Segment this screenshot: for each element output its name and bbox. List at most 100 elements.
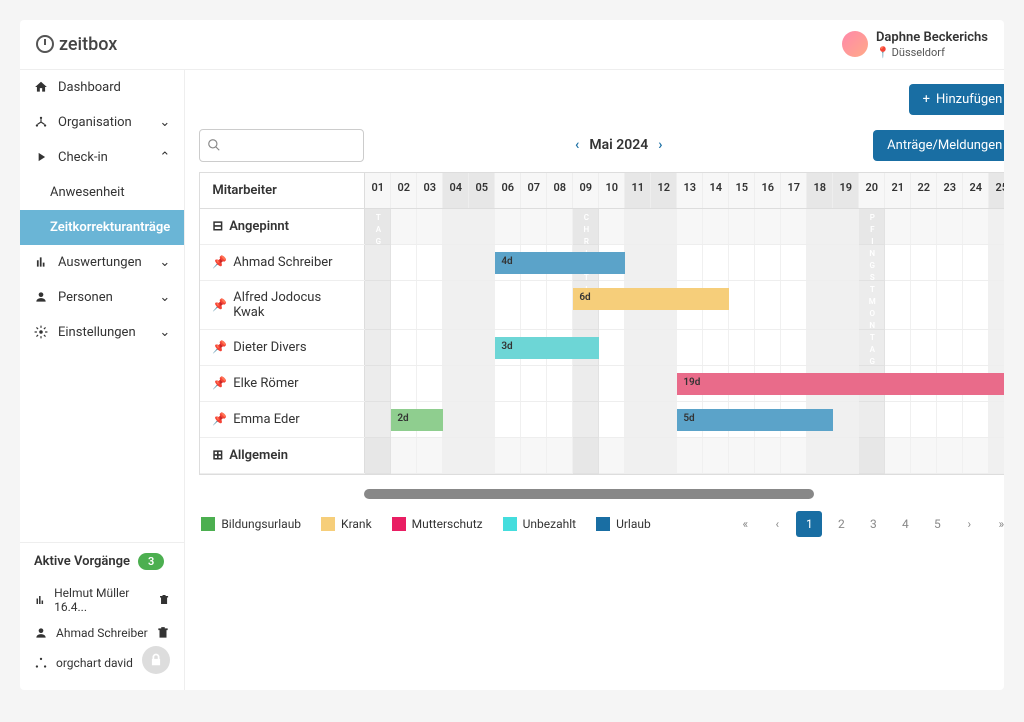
gantt-cell[interactable] [391,281,417,329]
gantt-cell[interactable] [859,438,885,473]
employee-row[interactable]: 📌Elke Römer [200,366,365,401]
nav-auswertungen[interactable]: Auswertungen ⌄ [20,245,184,280]
group-pinned[interactable]: ⊟ Angepinnt [200,209,365,244]
gantt-cell[interactable] [859,209,885,244]
page-next-button[interactable]: › [956,511,982,537]
gantt-cell[interactable] [859,281,885,329]
date-header[interactable]: 02 [391,173,417,208]
date-header[interactable]: 20 [859,173,885,208]
gantt-cell[interactable] [651,245,677,280]
gantt-cell[interactable] [885,330,911,365]
gantt-bar[interactable]: 19d [677,373,1004,395]
gantt-cell[interactable] [443,402,469,437]
gantt-bar[interactable]: 5d [677,409,833,431]
gantt-cell[interactable] [885,402,911,437]
gantt-cell[interactable] [781,209,807,244]
task-row[interactable]: orgchart david [34,646,170,680]
date-header[interactable]: 06 [495,173,521,208]
nav-anwesenheit[interactable]: Anwesenheit [20,175,184,210]
gantt-cell[interactable] [885,438,911,473]
gantt-cell[interactable] [989,402,1004,437]
gantt-cell[interactable] [443,330,469,365]
date-header[interactable]: 10 [599,173,625,208]
gantt-cell[interactable] [651,330,677,365]
gantt-cell[interactable] [989,438,1004,473]
gantt-cell[interactable] [365,438,391,473]
gantt-cell[interactable] [807,438,833,473]
employee-row[interactable]: 📌Dieter Divers [200,330,365,365]
gantt-cell[interactable] [703,330,729,365]
gantt-bar[interactable]: 6d [573,288,729,310]
gantt-cell[interactable] [937,281,963,329]
gantt-cell[interactable] [651,402,677,437]
horizontal-scrollbar[interactable] [364,489,813,499]
gantt-cell[interactable] [547,438,573,473]
gantt-cell[interactable] [963,245,989,280]
gantt-cell[interactable] [781,281,807,329]
nav-personen[interactable]: Personen ⌄ [20,280,184,315]
gantt-cell[interactable] [521,402,547,437]
gantt-cell[interactable] [365,402,391,437]
gantt-cell[interactable] [417,330,443,365]
date-header[interactable]: 12 [651,173,677,208]
gantt-cell[interactable] [365,209,391,244]
gantt-cell[interactable] [859,402,885,437]
date-header[interactable]: 05 [469,173,495,208]
date-header[interactable]: 21 [885,173,911,208]
page-button[interactable]: 3 [860,511,886,537]
page-first-button[interactable]: « [732,511,758,537]
gantt-cell[interactable] [677,438,703,473]
date-header[interactable]: 19 [833,173,859,208]
gantt-cell[interactable] [833,330,859,365]
lock-button[interactable] [142,646,170,674]
gantt-cell[interactable] [911,402,937,437]
gantt-cell[interactable] [755,209,781,244]
gantt-cell[interactable] [625,366,651,401]
gantt-cell[interactable] [937,402,963,437]
gantt-cell[interactable] [833,438,859,473]
gantt-cell[interactable] [885,209,911,244]
gantt-cell[interactable] [651,366,677,401]
gantt-cell[interactable] [417,209,443,244]
date-header[interactable]: 14 [703,173,729,208]
gantt-cell[interactable] [417,366,443,401]
gantt-cell[interactable] [391,366,417,401]
gantt-cell[interactable] [937,330,963,365]
gantt-cell[interactable] [365,330,391,365]
gantt-cell[interactable] [963,281,989,329]
gantt-cell[interactable] [729,209,755,244]
gantt-cell[interactable] [989,245,1004,280]
gantt-cell[interactable] [443,281,469,329]
gantt-cell[interactable] [729,438,755,473]
gantt-cell[interactable] [625,402,651,437]
page-prev-button[interactable]: ‹ [764,511,790,537]
date-header[interactable]: 25 [989,173,1004,208]
page-last-button[interactable]: » [988,511,1004,537]
gantt-cell[interactable] [573,438,599,473]
nav-checkin[interactable]: Check-in ⌃ [20,140,184,175]
gantt-cell[interactable] [521,366,547,401]
gantt-cell[interactable] [547,209,573,244]
date-header[interactable]: 18 [807,173,833,208]
employee-row[interactable]: 📌Ahmad Schreiber [200,245,365,280]
gantt-cell[interactable] [443,438,469,473]
date-header[interactable]: 07 [521,173,547,208]
gantt-bar[interactable]: 2d [391,409,443,431]
gantt-cell[interactable] [781,438,807,473]
page-button[interactable]: 1 [796,511,822,537]
gantt-cell[interactable] [755,330,781,365]
gantt-cell[interactable] [651,438,677,473]
gantt-cell[interactable] [885,281,911,329]
next-month-button[interactable]: › [658,137,662,153]
page-button[interactable]: 5 [924,511,950,537]
gantt-cell[interactable] [963,438,989,473]
gantt-cell[interactable] [937,245,963,280]
gantt-cell[interactable] [599,366,625,401]
gantt-cell[interactable] [781,330,807,365]
app-logo[interactable]: zeitbox [36,34,117,55]
gantt-cell[interactable] [547,366,573,401]
gantt-cell[interactable] [625,438,651,473]
gantt-cell[interactable] [417,438,443,473]
gantt-cell[interactable] [521,438,547,473]
date-header[interactable]: 03 [417,173,443,208]
